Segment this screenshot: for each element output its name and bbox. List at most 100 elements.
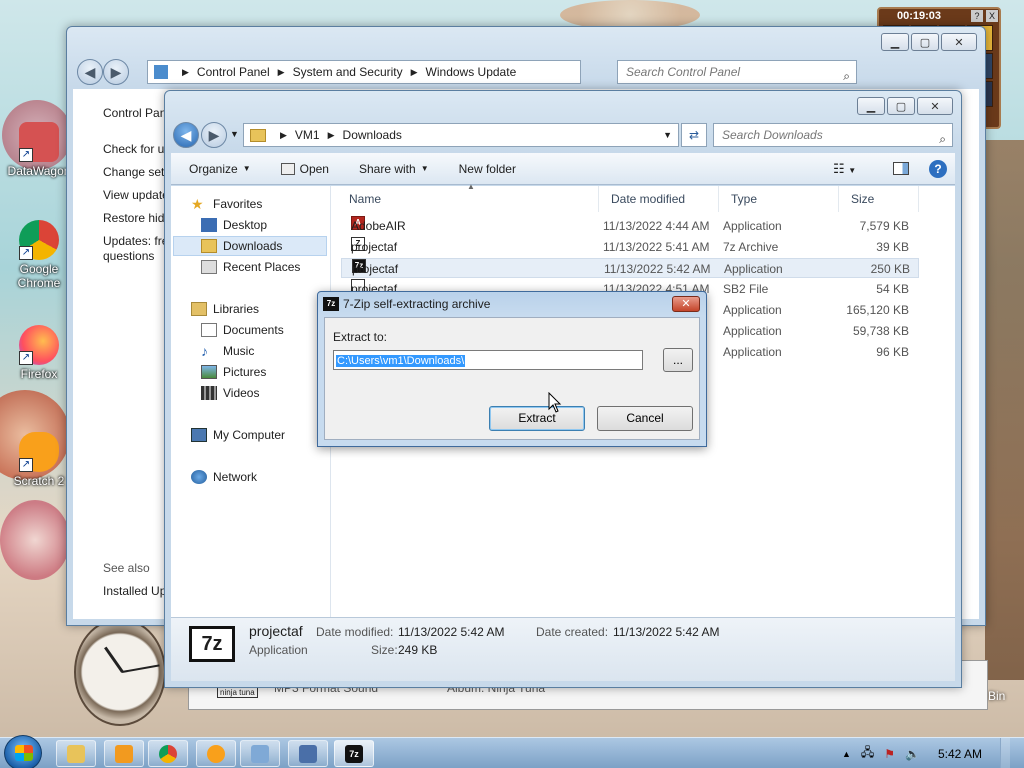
organize-button[interactable]: Organize ▼ bbox=[189, 162, 251, 176]
nav-videos[interactable]: Videos bbox=[201, 383, 259, 403]
sidebar-link[interactable]: View update bbox=[103, 188, 169, 202]
taskbar-seven-zip[interactable]: 7z bbox=[334, 740, 374, 767]
breadcrumb-item[interactable]: System and Security bbox=[293, 65, 403, 79]
nav-label: Libraries bbox=[213, 302, 260, 316]
minimize-button[interactable]: ▁ bbox=[857, 97, 885, 115]
action-center-icon[interactable]: ⚑ bbox=[884, 747, 895, 761]
cancel-button[interactable]: Cancel bbox=[597, 406, 693, 431]
sidebar-link[interactable]: Check for u bbox=[103, 142, 164, 156]
game-timer: 00:19:03 bbox=[897, 10, 942, 22]
new-folder-button[interactable]: New folder bbox=[459, 162, 516, 176]
extract-button[interactable]: Extract bbox=[489, 406, 585, 431]
nav-desktop[interactable]: Desktop bbox=[201, 215, 267, 235]
taskbar-app[interactable] bbox=[288, 740, 328, 767]
extract-path-input[interactable]: C:\Users\vm1\Downloads\ bbox=[333, 350, 643, 370]
breadcrumb-item[interactable]: Windows Update bbox=[426, 65, 517, 79]
address-bar[interactable]: ▶ Control Panel ▶ System and Security ▶ … bbox=[147, 60, 581, 84]
explorer-search-input[interactable]: Search Downloads ⌕ bbox=[713, 123, 953, 147]
start-button[interactable] bbox=[4, 735, 42, 768]
maximize-button[interactable]: ▢ bbox=[911, 33, 939, 51]
dialog-close-button[interactable]: ✕ bbox=[672, 296, 700, 312]
taskbar-explorer[interactable] bbox=[56, 740, 96, 767]
taskbar-media-player[interactable] bbox=[104, 740, 144, 767]
app-window-icon bbox=[299, 744, 317, 763]
forward-button[interactable]: ▶ bbox=[103, 59, 129, 85]
details-pane: 7z projectaf Application Date modified: … bbox=[171, 617, 955, 681]
sidebar-link[interactable]: questions bbox=[103, 249, 154, 263]
ninja-tuna-badge: ninja tuna bbox=[217, 687, 258, 698]
close-button[interactable]: ✕ bbox=[917, 97, 953, 115]
breadcrumb-item[interactable]: Downloads bbox=[343, 128, 402, 142]
nav-music[interactable]: ♪ Music bbox=[201, 341, 254, 361]
nav-my-computer[interactable]: My Computer bbox=[191, 425, 285, 445]
column-header-name[interactable]: Name bbox=[337, 186, 599, 212]
open-button[interactable]: Open bbox=[280, 162, 329, 176]
close-button[interactable]: ✕ bbox=[941, 33, 977, 51]
back-button[interactable]: ◀ bbox=[173, 122, 199, 148]
breadcrumb-item[interactable]: VM1 bbox=[295, 128, 320, 142]
sidebar-link[interactable]: Updates: fre bbox=[103, 234, 168, 248]
nav-downloads[interactable]: Downloads bbox=[201, 236, 282, 256]
game-close-button[interactable]: X bbox=[986, 10, 998, 22]
preview-pane-icon[interactable] bbox=[893, 162, 909, 175]
taskbar: 7z ▲ 🖧 ⚑ 🔈 5:42 AM bbox=[0, 735, 1024, 768]
seven-zip-dialog[interactable]: 7z 7-Zip self-extracting archive ✕ Extra… bbox=[317, 291, 707, 447]
wallpaper-panel bbox=[985, 140, 1024, 680]
computer-icon bbox=[191, 428, 207, 442]
control-panel-search-input[interactable]: Search Control Panel ⌕ bbox=[617, 60, 857, 84]
network-tray-icon[interactable]: 🖧 bbox=[861, 743, 874, 764]
nav-recent-places[interactable]: Recent Places bbox=[201, 257, 300, 277]
sidebar-link[interactable]: Change sett bbox=[103, 165, 168, 179]
file-row[interactable]: Zprojectaf 11/13/2022 5:41 AM 7z Archive… bbox=[341, 237, 919, 257]
taskbar-scratch[interactable] bbox=[196, 740, 236, 767]
help-icon[interactable]: ? bbox=[929, 159, 947, 178]
share-with-button[interactable]: Share with ▼ bbox=[359, 162, 429, 176]
show-desktop-button[interactable] bbox=[1000, 738, 1010, 768]
file-row-selected[interactable]: 7z projectaf 11/13/2022 5:42 AM Applicati… bbox=[341, 258, 919, 278]
nav-documents[interactable]: Documents bbox=[201, 320, 284, 340]
address-dropdown-icon[interactable]: ▼ bbox=[663, 130, 672, 140]
column-header-date[interactable]: Date modified bbox=[599, 186, 719, 212]
volume-icon[interactable]: 🔈 bbox=[905, 747, 920, 761]
clock-gadget[interactable] bbox=[74, 618, 166, 726]
installed-updates-link[interactable]: Installed Up bbox=[103, 584, 166, 598]
taskbar-chrome[interactable] bbox=[148, 740, 188, 767]
file-row[interactable]: A AdobeAIR 11/13/2022 4:44 AM Application… bbox=[341, 216, 919, 236]
sidebar-link[interactable]: Control Pan bbox=[103, 106, 166, 120]
browse-button[interactable]: ... bbox=[663, 348, 693, 372]
column-header-size[interactable]: Size bbox=[839, 186, 919, 212]
column-header-type[interactable]: Type bbox=[719, 186, 839, 212]
sidebar-link[interactable]: Restore hid bbox=[103, 211, 164, 225]
address-bar[interactable]: ▶ VM1 ▶ Downloads ▼ bbox=[243, 123, 679, 147]
pictures-icon bbox=[201, 365, 217, 379]
back-button[interactable]: ◀ bbox=[77, 59, 103, 85]
nav-label: Downloads bbox=[223, 239, 283, 253]
file-type: SB2 File bbox=[723, 282, 769, 296]
file-size: 165,120 KB bbox=[846, 303, 909, 317]
view-options-icon[interactable]: ☷ ▼ bbox=[833, 161, 856, 177]
nav-favorites[interactable]: ★ Favorites bbox=[191, 194, 262, 214]
clock-time[interactable]: 5:42 AM bbox=[938, 747, 982, 761]
file-date: 11/13/2022 4:44 AM bbox=[603, 219, 710, 233]
nav-network[interactable]: Network bbox=[191, 467, 257, 487]
nav-libraries[interactable]: Libraries bbox=[191, 299, 259, 319]
file-name: projectaf bbox=[351, 240, 398, 254]
recycle-bin-label[interactable]: Bin bbox=[988, 689, 1005, 703]
refresh-button[interactable]: ⇄ bbox=[681, 123, 707, 147]
recent-pages-dropdown-icon[interactable]: ▼ bbox=[230, 129, 239, 139]
minimize-button[interactable]: ▁ bbox=[881, 33, 909, 51]
music-note-icon: ♪ bbox=[201, 343, 208, 359]
game-help-button[interactable]: ? bbox=[971, 10, 983, 22]
show-hidden-icons-icon[interactable]: ▲ bbox=[842, 749, 851, 759]
taskbar-control-panel[interactable] bbox=[240, 740, 280, 767]
forward-button[interactable]: ▶ bbox=[201, 122, 227, 148]
folder-icon bbox=[250, 128, 266, 142]
nav-label: Documents bbox=[223, 323, 284, 337]
extract-path-value: C:\Users\vm1\Downloads\ bbox=[336, 355, 466, 367]
maximize-button[interactable]: ▢ bbox=[887, 97, 915, 115]
search-placeholder: Search Downloads bbox=[722, 128, 823, 142]
breadcrumb-item[interactable]: Control Panel bbox=[197, 65, 270, 79]
star-icon: ★ bbox=[191, 196, 204, 212]
scratch-icon bbox=[207, 744, 225, 763]
nav-pictures[interactable]: Pictures bbox=[201, 362, 266, 382]
